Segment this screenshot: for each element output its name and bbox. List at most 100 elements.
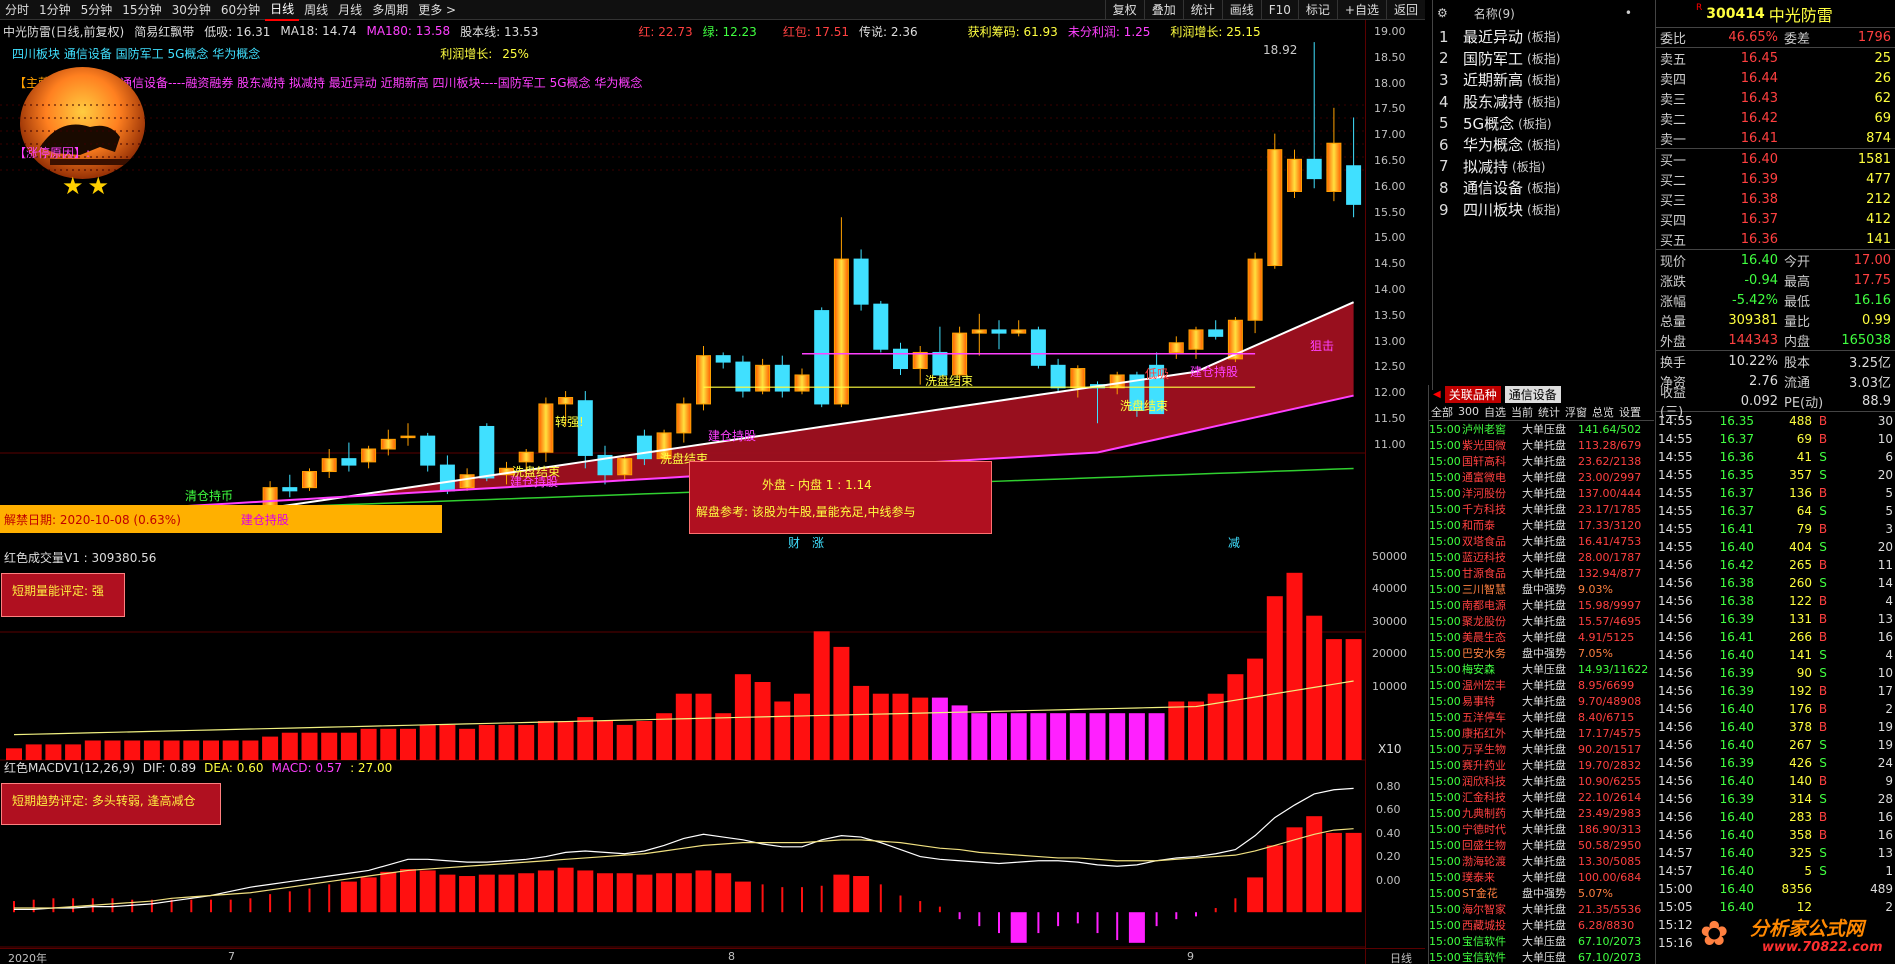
- related-row[interactable]: 15:00 紫光国微 大单托盘 113.28/679: [1429, 437, 1654, 453]
- related-row[interactable]: 15:00 ST金花 盘中强势 5.07%: [1429, 885, 1654, 901]
- related-row[interactable]: 15:00 三川智慧 盘中强势 9.03%: [1429, 581, 1654, 597]
- sector-item[interactable]: 8 通信设备 (板指): [1433, 177, 1652, 199]
- sector-item[interactable]: 1 最近异动 (板指): [1433, 26, 1652, 48]
- volume-axis: 50000 40000 30000 20000 10000: [1372, 550, 1427, 730]
- tool-button-4[interactable]: F10: [1260, 0, 1298, 20]
- related-row[interactable]: 15:00 西藏城投 大单托盘 6.28/8830: [1429, 917, 1654, 933]
- related-row[interactable]: 15:00 南都电源 大单托盘 15.98/9997: [1429, 597, 1654, 613]
- sector-list-header[interactable]: 名称(9): [1474, 5, 1515, 22]
- period-tab-2[interactable]: 5分钟: [76, 0, 118, 20]
- filter-tab[interactable]: 自选: [1484, 404, 1506, 420]
- candle-body: [1247, 258, 1263, 321]
- related-row[interactable]: 15:00 千方科技 大单托盘 23.17/1785: [1429, 501, 1654, 517]
- tick-time: 15:12: [1658, 918, 1693, 932]
- volume-bar: [301, 732, 318, 760]
- related-row[interactable]: 15:00 泸州老窖 大单压盘 141.64/502: [1429, 421, 1654, 437]
- related-row[interactable]: 15:00 和而泰 大单托盘 17.33/3120: [1429, 517, 1654, 533]
- tool-button-7[interactable]: 返回: [1385, 0, 1425, 20]
- macd-bar: [833, 874, 850, 913]
- period-tab-9[interactable]: 多周期: [367, 0, 413, 20]
- related-row[interactable]: 15:00 万孚生物 大单托盘 90.20/1517: [1429, 741, 1654, 757]
- period-tab-3[interactable]: 15分钟: [117, 0, 166, 20]
- gear-icon[interactable]: ⚙: [1437, 6, 1448, 20]
- related-name: 宝信软件: [1462, 935, 1506, 948]
- related-row[interactable]: 15:00 宁德时代 大单托盘 186.90/313: [1429, 821, 1654, 837]
- related-row[interactable]: 15:00 九典制药 大单托盘 23.49/2983: [1429, 805, 1654, 821]
- period-tab-6[interactable]: 日线: [265, 0, 300, 21]
- related-row[interactable]: 15:00 国轩高科 大单托盘 23.62/2138: [1429, 453, 1654, 469]
- sector-item[interactable]: 4 股东减持 (板指): [1433, 91, 1652, 113]
- macd-bar: [1057, 912, 1060, 927]
- filter-tab[interactable]: 当前: [1511, 404, 1533, 420]
- tool-button-2[interactable]: 统计: [1182, 0, 1222, 20]
- related-row[interactable]: 15:00 赛升药业 大单托盘 19.70/2832: [1429, 757, 1654, 773]
- related-row[interactable]: 15:00 梅安森 大单压盘 14.93/11622: [1429, 661, 1654, 677]
- sector-item[interactable]: 3 近期新高 (板指): [1433, 69, 1652, 91]
- book-row: 卖二 16.42 69: [1656, 108, 1895, 128]
- tab-sector[interactable]: 通信设备: [1504, 385, 1561, 403]
- related-row[interactable]: 15:00 璞泰来 大单托盘 100.00/684: [1429, 869, 1654, 885]
- related-signal: 大单托盘: [1522, 727, 1566, 740]
- related-row[interactable]: 15:00 易事特 大单托盘 9.70/48908: [1429, 693, 1654, 709]
- period-tab-5[interactable]: 60分钟: [216, 0, 265, 20]
- filter-tab[interactable]: 统计: [1538, 404, 1560, 420]
- sector-item[interactable]: 9 四川板块 (板指): [1433, 199, 1652, 221]
- related-row[interactable]: 15:00 渤海轮渡 大单托盘 13.30/5085: [1429, 853, 1654, 869]
- related-row[interactable]: 15:00 通富微电 大单托盘 23.00/2997: [1429, 469, 1654, 485]
- sector-item[interactable]: 7 拟减持 (板指): [1433, 156, 1652, 178]
- related-row[interactable]: 15:00 蓝迈科技 大单托盘 28.00/1787: [1429, 549, 1654, 565]
- period-tab-7[interactable]: 周线: [299, 0, 333, 20]
- period-tab-8[interactable]: 月线: [333, 0, 367, 20]
- candle-body: [282, 487, 298, 492]
- related-row[interactable]: 15:00 宝信软件 大单压盘 67.10/2073: [1429, 933, 1654, 949]
- tool-button-0[interactable]: 复权: [1104, 0, 1144, 20]
- filter-tab[interactable]: 总览: [1592, 404, 1614, 420]
- left-arrow-icon[interactable]: ◀: [1433, 389, 1441, 400]
- period-tab-1[interactable]: 1分钟: [34, 0, 76, 20]
- book-row: 买一 16.40 1581: [1656, 149, 1895, 169]
- related-name: 和而泰: [1462, 519, 1495, 532]
- related-row[interactable]: 15:00 双塔食品 大单托盘 16.41/4753: [1429, 533, 1654, 549]
- related-row[interactable]: 15:00 宝信软件 大单压盘 67.10/2073: [1429, 949, 1654, 964]
- related-row[interactable]: 15:00 温州宏丰 大单托盘 8.95/6699: [1429, 677, 1654, 693]
- period-label[interactable]: 日线: [1390, 950, 1412, 964]
- related-row[interactable]: 15:00 汇金科技 大单托盘 22.10/2614: [1429, 789, 1654, 805]
- related-signal: 大单托盘: [1522, 759, 1566, 772]
- volume-bar: [498, 724, 515, 760]
- sector-tag: (板指): [1527, 181, 1561, 196]
- related-row[interactable]: 15:00 美晨生态 大单托盘 4.91/5125: [1429, 629, 1654, 645]
- stat2-value2: 3.03亿: [1849, 375, 1891, 391]
- related-row[interactable]: 15:00 聚龙股份 大单托盘 15.57/4695: [1429, 613, 1654, 629]
- related-row[interactable]: 15:00 洋河股份 大单托盘 137.00/444: [1429, 485, 1654, 501]
- related-row[interactable]: 15:00 回盛生物 大单托盘 50.58/2950: [1429, 837, 1654, 853]
- sector-item[interactable]: 5 5G概念 (板指): [1433, 112, 1652, 134]
- sector-item[interactable]: 6 华为概念 (板指): [1433, 134, 1652, 156]
- related-row[interactable]: 15:00 甘源食品 大单托盘 132.94/877: [1429, 565, 1654, 581]
- volume-bar: [1148, 713, 1165, 760]
- related-row[interactable]: 15:00 巴安水务 盘中强势 7.05%: [1429, 645, 1654, 661]
- period-tab-4[interactable]: 30分钟: [167, 0, 216, 20]
- related-row[interactable]: 15:00 康拓红外 大单托盘 17.17/4575: [1429, 725, 1654, 741]
- tool-button-6[interactable]: +自选: [1336, 0, 1386, 20]
- sector-item[interactable]: 2 国防军工 (板指): [1433, 48, 1652, 70]
- dot-icon[interactable]: •: [1625, 6, 1632, 20]
- filter-tab[interactable]: 浮窗: [1565, 404, 1587, 420]
- candle-body: [617, 458, 633, 476]
- period-tab-0[interactable]: 分时: [0, 0, 34, 20]
- tool-button-1[interactable]: 叠加: [1143, 0, 1183, 20]
- filter-tab[interactable]: 300: [1458, 405, 1479, 418]
- filter-tab[interactable]: 设置: [1619, 404, 1641, 420]
- related-row[interactable]: 15:00 海尔智家 大单托盘 21.35/5536: [1429, 901, 1654, 917]
- tool-button-5[interactable]: 标记: [1297, 0, 1337, 20]
- sector-name: 近期新高: [1463, 71, 1524, 90]
- book-qty: 25: [1874, 50, 1891, 66]
- period-tab-10[interactable]: 更多 >: [413, 0, 461, 20]
- related-row[interactable]: 15:00 润欣科技 大单托盘 10.90/6255: [1429, 773, 1654, 789]
- macd-tick: 0.00: [1376, 873, 1401, 887]
- tool-button-3[interactable]: 画线: [1221, 0, 1261, 20]
- related-row[interactable]: 15:00 五洋停车 大单托盘 8.40/6715: [1429, 709, 1654, 725]
- tick-time: 14:55: [1658, 450, 1693, 464]
- tick-count: 9: [1885, 774, 1893, 788]
- tab-related[interactable]: 关联品种: [1444, 385, 1501, 403]
- filter-tab[interactable]: 全部: [1431, 404, 1453, 420]
